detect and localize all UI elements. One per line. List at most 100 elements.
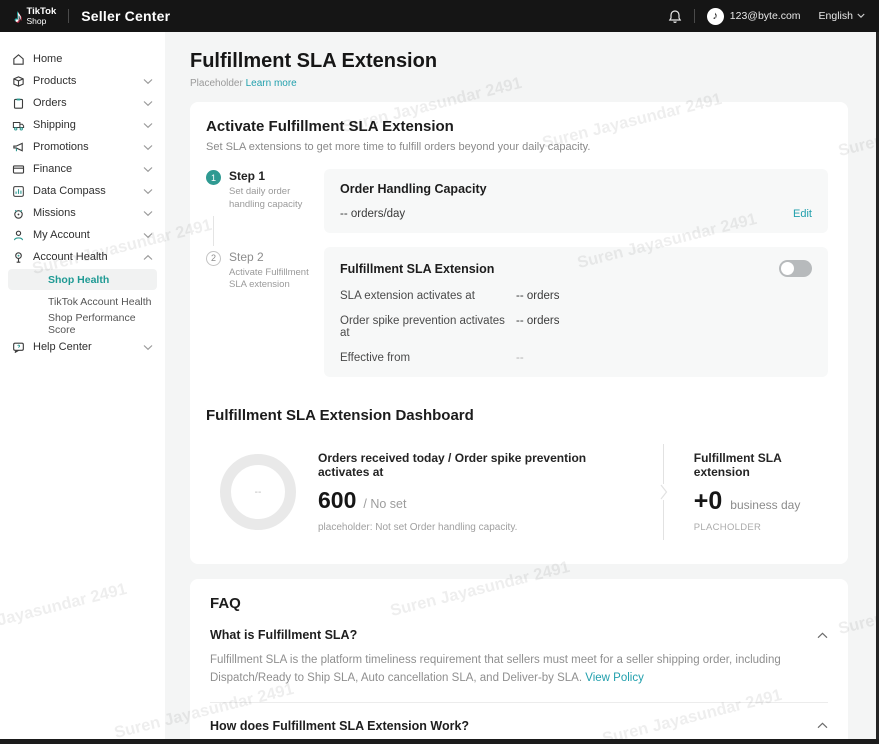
chevron-right-icon (660, 484, 668, 500)
sla-row: Effective from -- (340, 352, 812, 364)
step-1-badge: 1 (206, 170, 221, 185)
sidebar-item-missions[interactable]: Missions (0, 202, 165, 224)
seller-center-title: Seller Center (81, 8, 170, 24)
dashboard-row: -- Orders received today / Order spike p… (206, 444, 828, 540)
home-icon (12, 53, 25, 66)
language-label: English (819, 10, 853, 22)
faq-card: FAQ What is Fulfillment SLA? Fulfillment… (190, 579, 848, 739)
promotions-megaphone-icon (12, 141, 25, 154)
sidebar-item-tiktok-account-health[interactable]: TikTok Account Health (8, 291, 157, 312)
tiktok-shop-logo: TikTok Shop (27, 7, 57, 25)
chevron-up-icon (817, 722, 828, 729)
faq-question-label: What is Fulfillment SLA? (210, 628, 357, 642)
sidebar-item-label: My Account (33, 229, 143, 241)
sidebar-item-help-center[interactable]: Help Center (0, 336, 165, 358)
finance-card-icon (12, 163, 25, 176)
my-account-person-icon (12, 229, 25, 242)
sla-row: SLA extension activates at -- orders (340, 290, 812, 302)
dashboard-divider (660, 444, 668, 540)
sidebar-item-home[interactable]: Home (0, 48, 165, 70)
chevron-down-icon (143, 210, 153, 217)
sla-extension-card: Fulfillment SLA Extension SLA extension … (324, 247, 828, 377)
sla-row-value: -- orders (516, 315, 559, 339)
sidebar-item-shipping[interactable]: Shipping (0, 114, 165, 136)
chevron-down-icon (143, 144, 153, 151)
orders-threshold-value: / No set (363, 497, 406, 511)
sidebar-item-label: Data Compass (33, 185, 143, 197)
faq-question-how-it-works[interactable]: How does Fulfillment SLA Extension Work? (210, 719, 828, 733)
sidebar-item-shop-health[interactable]: Shop Health (8, 269, 157, 290)
sidebar-item-label: Orders (33, 97, 143, 109)
activate-heading: Activate Fulfillment SLA Extension (206, 118, 828, 135)
sidebar-item-label: Account Health (33, 251, 143, 263)
chevron-down-icon (143, 232, 153, 239)
shipping-truck-icon (12, 119, 25, 132)
sidebar-item-my-account[interactable]: My Account (0, 224, 165, 246)
user-email[interactable]: 123@byte.com (730, 10, 801, 22)
sidebar-item-account-health[interactable]: Account Health (0, 246, 165, 268)
sidebar-item-data-compass[interactable]: Data Compass (0, 180, 165, 202)
page-subtitle: Placeholder (190, 78, 243, 89)
step-2-badge: 2 (206, 251, 221, 266)
activate-description: Set SLA extensions to get more time to f… (206, 141, 828, 153)
faq-answer-text: Fulfillment SLA is the platform timeline… (210, 654, 781, 684)
sidebar-item-label: Help Center (33, 341, 143, 353)
language-selector[interactable]: English (819, 10, 865, 22)
sla-extension-result-label: Fulfillment SLA extension (694, 451, 828, 479)
orders-received-value: 600 (318, 487, 356, 514)
sidebar-item-products[interactable]: Products (0, 70, 165, 92)
brand-shop-label: Shop (27, 17, 57, 26)
chevron-up-icon (143, 254, 153, 261)
chevron-up-icon (817, 632, 828, 639)
orders-received-label: Orders received today / Order spike prev… (318, 451, 626, 479)
step-1-label: Step 1 (229, 169, 317, 183)
sla-extension-note: PLACHOLDER (694, 522, 828, 533)
order-handling-capacity-card: Order Handling Capacity -- orders/day Ed… (324, 169, 828, 233)
capacity-value: -- orders/day (340, 208, 405, 220)
view-policy-link[interactable]: View Policy (585, 672, 644, 684)
sidebar-item-finance[interactable]: Finance (0, 158, 165, 180)
sidebar-item-orders[interactable]: Orders (0, 92, 165, 114)
step-2: 2 Step 2 Activate Fulfillment SLA extens… (206, 250, 324, 293)
step-1-desc: Set daily order handling capacity (229, 186, 317, 212)
account-health-shield-icon (12, 251, 25, 264)
sidebar-subitem-label: TikTok Account Health (48, 296, 152, 308)
learn-more-link[interactable]: Learn more (246, 78, 297, 89)
tiktok-logo-icon: ♪ (14, 8, 23, 25)
dashboard-heading: Fulfillment SLA Extension Dashboard (206, 407, 828, 424)
step-2-label: Step 2 (229, 250, 317, 264)
chevron-down-icon (143, 344, 153, 351)
chevron-down-icon (143, 188, 153, 195)
faq-heading: FAQ (210, 595, 828, 612)
sla-row: Order spike prevention activates at -- o… (340, 315, 812, 339)
chevron-down-icon (857, 13, 865, 19)
user-avatar[interactable]: ♪ (707, 8, 724, 25)
step-2-desc: Activate Fulfillment SLA extension (229, 267, 317, 293)
orders-placeholder-note: placeholder: Not set Order handling capa… (318, 522, 626, 533)
app-window: ♪ TikTok Shop Seller Center ♪ 123@byte.c… (0, 0, 879, 744)
header-divider (68, 9, 69, 23)
notification-bell-icon[interactable] (668, 9, 682, 24)
faq-question-what-is-sla[interactable]: What is Fulfillment SLA? (210, 628, 828, 642)
data-compass-chart-icon (12, 185, 25, 198)
chevron-down-icon (143, 122, 153, 129)
sidebar-nav: Home Products Orders Shipping Promotions… (0, 32, 165, 739)
top-header: ♪ TikTok Shop Seller Center ♪ 123@byte.c… (0, 0, 879, 32)
sidebar-item-promotions[interactable]: Promotions (0, 136, 165, 158)
edit-capacity-link[interactable]: Edit (793, 208, 812, 220)
page-title: Fulfillment SLA Extension (190, 50, 848, 73)
sidebar-item-label: Shipping (33, 119, 143, 131)
sla-row-value: -- orders (516, 290, 559, 302)
header-divider (694, 9, 695, 23)
sidebar-item-label: Missions (33, 207, 143, 219)
sla-row-label: Order spike prevention activates at (340, 315, 516, 339)
capacity-card-title: Order Handling Capacity (340, 182, 812, 196)
sidebar-item-shop-performance-score[interactable]: Shop Performance Score (8, 313, 157, 334)
sla-extension-toggle[interactable] (779, 260, 812, 277)
step-1: 1 Step 1 Set daily order handling capaci… (206, 169, 324, 212)
sla-row-label: Effective from (340, 352, 516, 364)
window-bottom-edge (0, 739, 879, 744)
orders-donut-chart: -- (220, 454, 296, 530)
step-connector (213, 216, 214, 246)
chevron-down-icon (143, 78, 153, 85)
